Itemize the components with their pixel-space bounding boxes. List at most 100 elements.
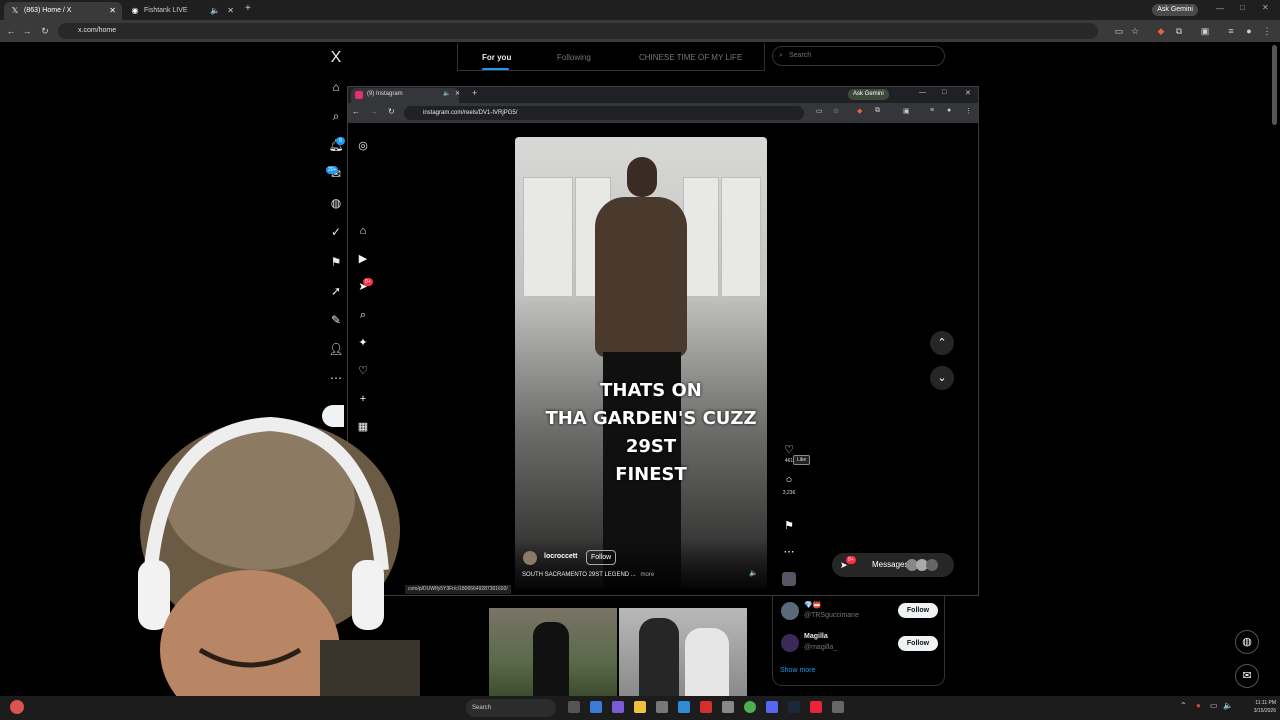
mail-icon[interactable] [678, 701, 690, 713]
tab-custom-list[interactable]: CHINESE TIME OF MY LIFE [639, 53, 742, 62]
tab-instagram[interactable]: (9) Instagram 🔈 ✕ [351, 88, 460, 103]
verified-icon[interactable]: ✓ [328, 224, 344, 240]
previous-reel-chevron-up-icon[interactable]: ⌃ [930, 331, 954, 355]
x-search-input[interactable]: ⌕ Search [772, 46, 945, 66]
extension-icon[interactable]: ◆ [1154, 24, 1168, 38]
explore-compass-icon[interactable]: ✦ [356, 336, 370, 350]
tray-chevron-icon[interactable]: ⌃ [1180, 701, 1187, 710]
chrome-icon[interactable] [744, 701, 756, 713]
forward-icon[interactable]: → [20, 24, 34, 38]
app-icon[interactable] [700, 701, 712, 713]
steam-icon[interactable] [788, 701, 800, 713]
grok-icon[interactable]: ◍ [1235, 630, 1259, 654]
microphone-icon[interactable]: ● [1196, 701, 1201, 710]
heart-icon[interactable]: ♡ [356, 364, 370, 378]
media-icon[interactable]: ≡ [930, 107, 934, 114]
extensions-puzzle-icon[interactable]: ⧉ [1172, 24, 1186, 38]
scrollbar-thumb[interactable] [1272, 45, 1277, 125]
profile-icon[interactable]: 👤︎ [328, 341, 344, 357]
home-icon[interactable]: ⌂ [328, 79, 344, 95]
close-window-icon[interactable]: ✕ [1262, 3, 1269, 12]
next-reel-chevron-down-icon[interactable]: ⌄ [930, 366, 954, 390]
messages-drawer-icon[interactable]: ✉ [1235, 664, 1259, 688]
sidepanel-icon[interactable]: ▣ [903, 107, 910, 115]
speaker-icon[interactable]: 🔈 [443, 90, 450, 97]
show-more-link[interactable]: Show more [780, 667, 815, 674]
tab-for-you[interactable]: For you [482, 53, 511, 62]
close-icon[interactable]: ✕ [109, 2, 116, 20]
maximize-icon[interactable]: □ [942, 89, 946, 96]
search-icon[interactable]: ⌕ [356, 308, 370, 322]
cast-icon[interactable]: ▭ [1112, 24, 1126, 38]
home-icon[interactable]: ⌂ [356, 224, 370, 238]
ask-gemini-button[interactable]: Ask Gemini [848, 89, 889, 100]
close-icon[interactable]: ✕ [227, 2, 234, 20]
settings-gear-icon[interactable] [722, 701, 734, 713]
forward-icon[interactable]: → [370, 107, 378, 116]
app-icon[interactable] [832, 701, 844, 713]
menu-kebab-icon[interactable]: ⋮ [965, 107, 972, 115]
minimize-icon[interactable]: — [919, 89, 926, 96]
cast-icon[interactable]: ▭ [816, 107, 823, 115]
volume-icon[interactable]: 🔈 [1223, 701, 1233, 710]
menu-kebab-icon[interactable]: ⋮ [1260, 24, 1274, 38]
follow-button[interactable]: Follow [898, 603, 938, 618]
instagram-logo-icon[interactable]: ◎ [356, 139, 370, 153]
audio-thumbnail[interactable] [782, 572, 796, 586]
tab-fishtank[interactable]: ◉ Fishtank LIVE 🔈 ✕ [124, 2, 240, 20]
app-icon[interactable] [590, 701, 602, 713]
suggestion-name[interactable]: 💎📛 [804, 601, 821, 609]
messages-button[interactable]: ➤ 9+ Messages [832, 553, 954, 577]
back-icon[interactable]: ← [352, 107, 360, 116]
app-icon[interactable] [10, 700, 24, 714]
taskbar-search[interactable]: Search [466, 699, 556, 717]
network-icon[interactable]: ▭ [1210, 701, 1218, 710]
articles-icon[interactable]: ✎ [328, 312, 344, 328]
bookmarks-icon[interactable]: ⚑ [328, 254, 344, 270]
sidepanel-icon[interactable]: ▣ [1198, 24, 1212, 38]
profile-avatar[interactable]: ● [947, 107, 951, 114]
app-icon[interactable] [656, 701, 668, 713]
reel-username[interactable]: locroccett [544, 553, 577, 560]
explore-search-icon[interactable]: ⌕ [328, 108, 344, 124]
grok-icon[interactable]: ◍ [328, 195, 344, 211]
reels-icon[interactable]: ▶ [356, 252, 370, 266]
extension-icon[interactable]: ◆ [857, 107, 862, 115]
profile-avatar[interactable]: ● [1242, 24, 1256, 38]
discord-icon[interactable] [766, 701, 778, 713]
create-plus-icon[interactable]: + [356, 392, 370, 406]
avatar[interactable] [781, 602, 799, 620]
x-logo-icon[interactable]: X [328, 50, 344, 66]
reload-icon[interactable]: ↻ [388, 107, 395, 116]
save-bookmark-icon[interactable]: ⚑ [781, 519, 797, 532]
avatar[interactable] [523, 551, 537, 565]
follow-button[interactable]: Follow [586, 550, 617, 565]
more-options-icon[interactable]: ⋯ [781, 545, 797, 558]
suggestion-name[interactable]: Magilla [804, 633, 828, 640]
more-link[interactable]: more [640, 572, 654, 578]
avatar[interactable] [781, 634, 799, 652]
volume-icon[interactable]: 🔈 [749, 569, 758, 577]
app-icon[interactable] [810, 701, 822, 713]
tab-x-home[interactable]: 𝕏 (863) Home / X ✕ [4, 2, 122, 20]
reload-icon[interactable]: ↻ [38, 24, 52, 38]
more-circle-icon[interactable]: ⋯ [328, 370, 344, 386]
speaker-icon[interactable]: 🔈 [210, 2, 220, 20]
tab-following[interactable]: Following [557, 53, 591, 62]
extensions-puzzle-icon[interactable]: ⧉ [875, 107, 880, 115]
media-icon[interactable]: ≡ [1224, 24, 1238, 38]
follow-button[interactable]: Follow [898, 636, 938, 651]
app-icon[interactable] [612, 701, 624, 713]
rocket-icon[interactable]: ➚ [328, 283, 344, 299]
close-window-icon[interactable]: ✕ [965, 89, 971, 97]
comment-icon[interactable]: ○ [781, 474, 797, 486]
bookmark-star-icon[interactable]: ☆ [833, 107, 839, 115]
back-icon[interactable]: ← [4, 24, 18, 38]
new-tab-button[interactable]: + [245, 3, 251, 14]
taskbar-clock[interactable]: 11:11 PM 3/15/2026 [1236, 699, 1276, 715]
close-icon[interactable]: ✕ [455, 90, 460, 97]
new-tab-button[interactable]: + [472, 88, 477, 98]
feed-media-thumbnail[interactable] [489, 608, 617, 696]
file-explorer-icon[interactable] [634, 701, 646, 713]
minimize-icon[interactable]: — [1216, 4, 1224, 13]
